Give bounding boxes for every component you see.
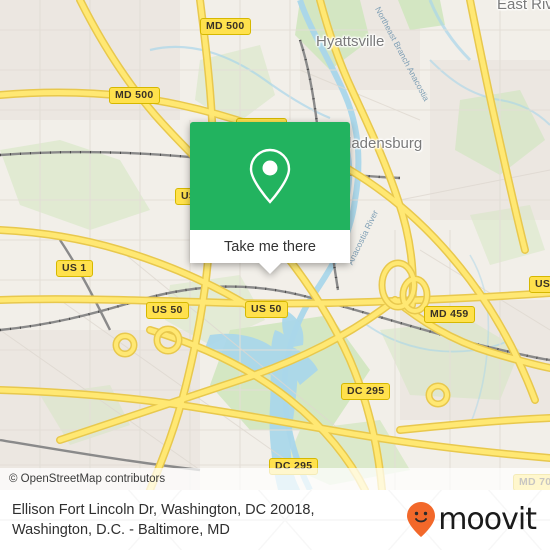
take-me-there-button[interactable]: Take me there	[190, 230, 350, 274]
location-popup[interactable]: Take me there	[190, 122, 350, 274]
address-line-1: Ellison Fort Lincoln Dr, Washington, DC …	[12, 502, 315, 518]
place-label: Hyattsville	[316, 33, 385, 50]
map-page: MD 500MD 500MD 500US 1US 1US 50US 50USMD…	[0, 0, 550, 550]
location-address: Ellison Fort Lincoln Dr, Washington, DC …	[12, 500, 315, 540]
address-line-2: Washington, D.C. - Baltimore, MD	[12, 522, 230, 538]
moovit-pin-smiley-icon	[407, 502, 436, 537]
map-pin-icon	[249, 148, 291, 204]
place-label: Bladensburg	[338, 135, 423, 152]
moovit-brand[interactable]: moovit	[406, 501, 537, 539]
road-shield: MD 500	[109, 87, 160, 104]
map-canvas[interactable]: MD 500MD 500MD 500US 1US 1US 50US 50USMD…	[0, 0, 550, 490]
road-shield: MD 500	[200, 18, 251, 35]
attribution-text: © OpenStreetMap contributors	[9, 473, 166, 485]
take-me-there-label: Take me there	[224, 238, 316, 255]
moovit-wordmark: moovit	[438, 502, 537, 537]
popup-pointer	[259, 263, 281, 274]
road-shield: DC 295	[341, 383, 391, 400]
map-attribution: © OpenStreetMap contributors	[0, 468, 550, 490]
place-label: East Riverdale	[497, 0, 550, 13]
popup-header	[190, 122, 350, 230]
road-shield: US 50	[245, 301, 288, 318]
page-footer: Ellison Fort Lincoln Dr, Washington, DC …	[0, 490, 550, 550]
road-shield: US 1	[56, 260, 93, 277]
road-shield: US 50	[146, 302, 189, 319]
road-shield: MD 459	[424, 306, 475, 323]
road-shield: US	[529, 276, 550, 293]
